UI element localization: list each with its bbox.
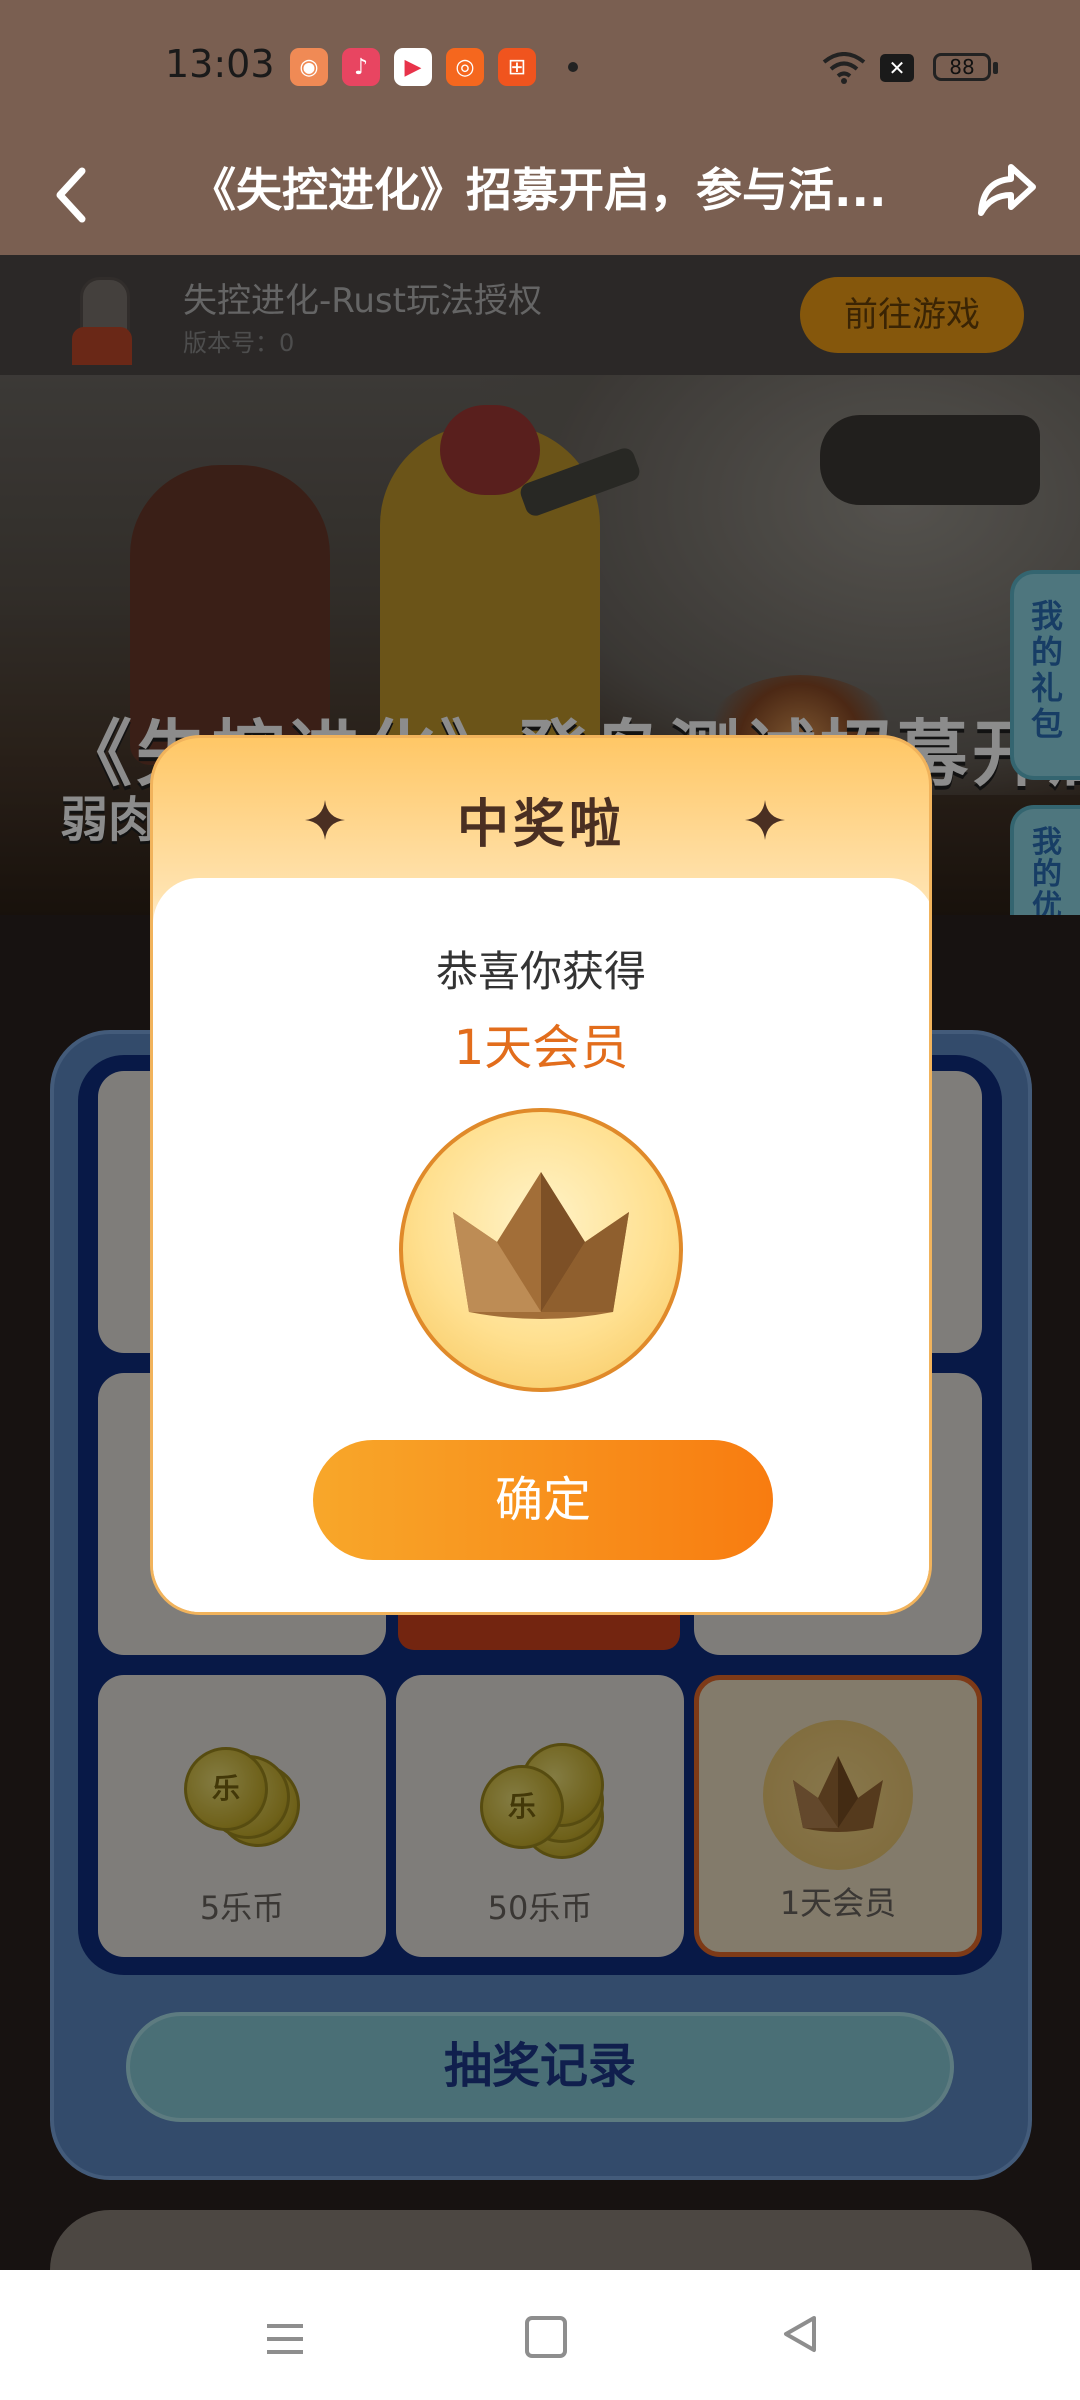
- video-app-icon: ▶: [394, 48, 432, 86]
- prize-text: 1天会员: [453, 1020, 629, 1076]
- app-header: 《失控进化》招募开启，参与活...: [0, 135, 1080, 255]
- home-icon[interactable]: [525, 2316, 567, 2358]
- back-arrow-icon[interactable]: [50, 163, 90, 227]
- music-app-icon: ♪: [342, 48, 380, 86]
- back-triangle-icon[interactable]: [780, 2314, 820, 2354]
- status-time: 13:03: [165, 42, 275, 86]
- crown-icon: [399, 1108, 683, 1392]
- share-icon[interactable]: [975, 157, 1039, 221]
- page-title: 《失控进化》招募开启，参与活...: [190, 163, 887, 217]
- game-app-icon: ⊞: [498, 48, 536, 86]
- congrats-text: 恭喜你获得: [435, 947, 646, 996]
- more-notifications-dot: [568, 62, 578, 72]
- system-nav-bar: [0, 2270, 1080, 2400]
- wifi-icon: [822, 52, 866, 84]
- battery-icon: 88: [933, 53, 991, 81]
- battery-tip: [993, 62, 998, 74]
- no-sim-icon: ✕: [880, 54, 914, 82]
- dialog-title: 中奖啦: [456, 795, 625, 855]
- notification-app-icon: ◉: [290, 48, 328, 86]
- sparkle-icon: [745, 800, 785, 840]
- confirm-button[interactable]: 确定: [313, 1440, 773, 1560]
- win-dialog: 中奖啦 恭喜你获得 1天会员 确定: [150, 735, 932, 1615]
- weibo-app-icon: ◎: [446, 48, 484, 86]
- menu-icon[interactable]: [265, 2322, 305, 2356]
- status-bar: 13:03 ◉ ♪ ▶ ◎ ⊞ ✕ 88: [0, 0, 1080, 135]
